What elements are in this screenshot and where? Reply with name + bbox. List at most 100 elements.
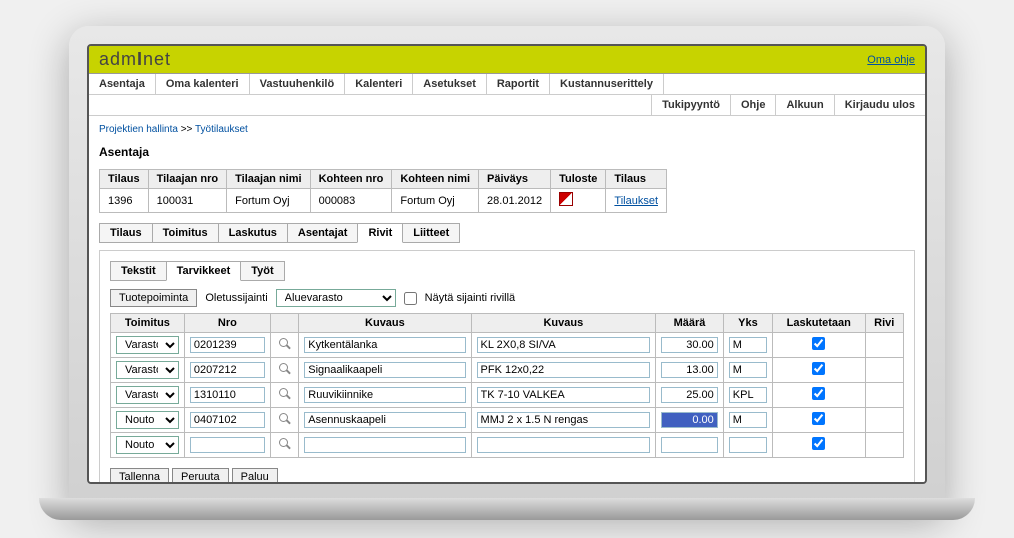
yks-input[interactable]	[729, 437, 767, 453]
tab-toimitus[interactable]: Toimitus	[152, 223, 219, 243]
hdr-nro: Nro	[184, 314, 270, 333]
rivi-cell	[865, 333, 903, 358]
kuvaus2-input[interactable]	[477, 412, 651, 428]
laskutetaan-checkbox[interactable]	[812, 337, 825, 350]
menu-asentaja[interactable]: Asentaja	[89, 74, 156, 94]
maara-input[interactable]	[661, 337, 718, 353]
hdr-toimitus: Toimitus	[111, 314, 185, 333]
yks-input[interactable]	[729, 412, 767, 428]
submenu-ohje[interactable]: Ohje	[730, 95, 775, 115]
search-icon[interactable]	[279, 363, 291, 375]
rivit-panel: Tekstit Tarvikkeet Työt Tuotepoiminta Ol…	[99, 250, 915, 484]
maara-input[interactable]	[661, 362, 718, 378]
table-row: Varasto	[111, 358, 904, 383]
maara-input[interactable]	[661, 387, 718, 403]
yks-input[interactable]	[729, 362, 767, 378]
hdr-kuvaus2: Kuvaus	[471, 314, 656, 333]
tab-liitteet[interactable]: Liitteet	[402, 223, 460, 243]
peruuta-button[interactable]: Peruuta	[172, 468, 229, 484]
toimitus-select[interactable]: Nouto	[116, 436, 179, 454]
kuvaus1-input[interactable]	[304, 437, 465, 453]
tab-tyot[interactable]: Työt	[240, 261, 284, 281]
submenu-tukipyynto[interactable]: Tukipyyntö	[651, 95, 730, 115]
col-kohteen-nro: Kohteen nro	[310, 170, 392, 189]
order-paivays: 28.01.2012	[479, 189, 551, 213]
menu-raportit[interactable]: Raportit	[487, 74, 550, 94]
kuvaus2-input[interactable]	[477, 337, 651, 353]
menu-kalenteri[interactable]: Kalenteri	[345, 74, 413, 94]
kuvaus1-input[interactable]	[304, 362, 465, 378]
breadcrumb-projektien-hallinta[interactable]: Projektien hallinta	[99, 124, 178, 135]
tab-laskutus[interactable]: Laskutus	[218, 223, 288, 243]
rivi-cell	[865, 433, 903, 458]
line-items-table: Toimitus Nro Kuvaus Kuvaus Määrä Yks Las…	[110, 313, 904, 458]
order-tilaus: 1396	[100, 189, 149, 213]
kuvaus1-input[interactable]	[304, 337, 465, 353]
tabs-secondary: Tekstit Tarvikkeet Työt	[110, 261, 904, 281]
search-icon[interactable]	[279, 438, 291, 450]
tab-tarvikkeet[interactable]: Tarvikkeet	[166, 261, 242, 281]
tab-tilaus[interactable]: Tilaus	[99, 223, 153, 243]
nro-input[interactable]	[190, 362, 265, 378]
order-info-table: Tilaus Tilaajan nro Tilaajan nimi Kohtee…	[99, 169, 667, 213]
menu-asetukset[interactable]: Asetukset	[413, 74, 487, 94]
submenu-alkuun[interactable]: Alkuun	[775, 95, 833, 115]
submenu-kirjaudu-ulos[interactable]: Kirjaudu ulos	[834, 95, 925, 115]
tab-rivit[interactable]: Rivit	[357, 223, 403, 243]
hdr-rivi: Rivi	[865, 314, 903, 333]
search-icon[interactable]	[279, 413, 291, 425]
nayta-sijainti-checkbox[interactable]	[404, 292, 417, 305]
menu-vastuuhenkilo[interactable]: Vastuuhenkilö	[250, 74, 346, 94]
toimitus-select[interactable]: Varasto	[116, 386, 179, 404]
maara-input[interactable]	[661, 412, 718, 428]
hdr-maara: Määrä	[656, 314, 724, 333]
search-icon[interactable]	[279, 338, 291, 350]
nro-input[interactable]	[190, 337, 265, 353]
nro-input[interactable]	[190, 387, 265, 403]
hdr-laskutetaan: Laskutetaan	[773, 314, 866, 333]
hdr-yks: Yks	[723, 314, 772, 333]
pdf-icon[interactable]	[559, 192, 573, 206]
kuvaus2-input[interactable]	[477, 387, 651, 403]
col-paivays: Päiväys	[479, 170, 551, 189]
col-tilaus-link: Tilaus	[606, 170, 667, 189]
table-row: Varasto	[111, 383, 904, 408]
col-tilaajan-nro: Tilaajan nro	[148, 170, 227, 189]
order-kohteen-nimi: Fortum Oyj	[392, 189, 479, 213]
tab-tekstit[interactable]: Tekstit	[110, 261, 167, 281]
yks-input[interactable]	[729, 337, 767, 353]
laskutetaan-checkbox[interactable]	[812, 387, 825, 400]
order-tilaajan-nro: 100031	[148, 189, 227, 213]
breadcrumb-tyotilaukset[interactable]: Työtilaukset	[195, 124, 248, 135]
menu-oma-kalenteri[interactable]: Oma kalenteri	[156, 74, 250, 94]
order-tuloste[interactable]	[551, 189, 606, 213]
oletussijainti-select[interactable]: Aluevarasto	[276, 289, 396, 307]
menu-kustannuserittely[interactable]: Kustannuserittely	[550, 74, 664, 94]
tabs-primary: Tilaus Toimitus Laskutus Asentajat Rivit…	[99, 223, 915, 243]
laskutetaan-checkbox[interactable]	[812, 412, 825, 425]
tuotepoiminta-button[interactable]: Tuotepoiminta	[110, 289, 197, 307]
kuvaus1-input[interactable]	[304, 387, 465, 403]
search-icon[interactable]	[279, 388, 291, 400]
toimitus-select[interactable]: Varasto	[116, 336, 179, 354]
paluu-button[interactable]: Paluu	[232, 468, 278, 484]
laskutetaan-checkbox[interactable]	[812, 362, 825, 375]
laskutetaan-checkbox[interactable]	[812, 437, 825, 450]
maara-input[interactable]	[661, 437, 718, 453]
tallenna-button[interactable]: Tallenna	[110, 468, 169, 484]
kuvaus1-input[interactable]	[304, 412, 465, 428]
toimitus-select[interactable]: Nouto	[116, 411, 179, 429]
order-tilaajan-nimi: Fortum Oyj	[227, 189, 310, 213]
oletussijainti-label: Oletussijainti	[205, 292, 267, 304]
hdr-search	[270, 314, 298, 333]
nro-input[interactable]	[190, 437, 265, 453]
help-link[interactable]: Oma ohje	[867, 54, 915, 66]
rivi-cell	[865, 358, 903, 383]
nro-input[interactable]	[190, 412, 265, 428]
tab-asentajat[interactable]: Asentajat	[287, 223, 359, 243]
tilaukset-link[interactable]: Tilaukset	[614, 195, 658, 207]
kuvaus2-input[interactable]	[477, 362, 651, 378]
toimitus-select[interactable]: Varasto	[116, 361, 179, 379]
yks-input[interactable]	[729, 387, 767, 403]
kuvaus2-input[interactable]	[477, 437, 651, 453]
